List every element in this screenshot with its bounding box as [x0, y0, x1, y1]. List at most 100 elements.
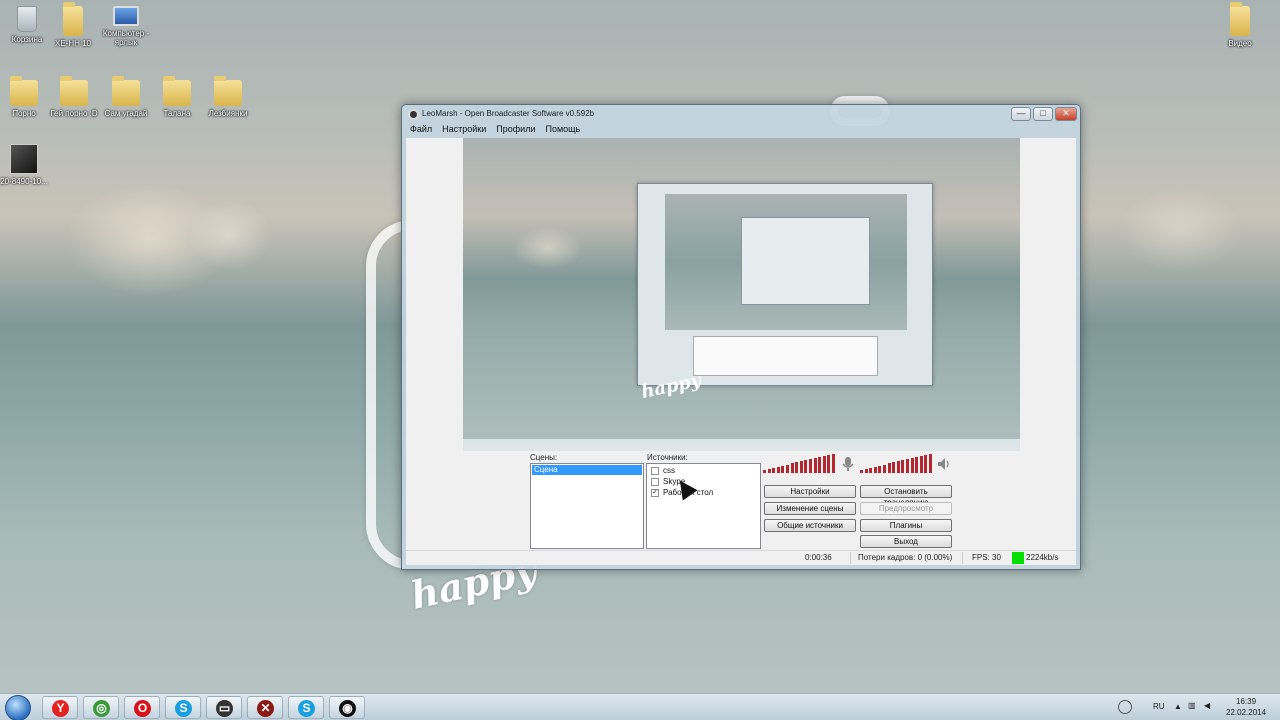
meter-bar	[878, 465, 882, 473]
obs-app-icon	[408, 109, 419, 120]
desktop-icon-folder[interactable]: ХЕ-НН 10	[46, 2, 100, 48]
scenes-list[interactable]: Сцена	[530, 463, 644, 549]
nested-preview-window	[637, 183, 933, 386]
desktop-icon-label: Гей порно :D	[50, 109, 98, 118]
desktop-icon-computer[interactable]: Компьютер - ярлык	[99, 6, 153, 47]
menu-bar: Файл Настройки Профили Помощь	[406, 124, 580, 138]
meter-bar	[883, 464, 886, 473]
meter-bar	[919, 455, 923, 473]
menu-settings[interactable]: Настройки	[442, 124, 486, 138]
desktop-icon-label: Сам угадай	[104, 109, 148, 118]
meter-bar	[818, 456, 822, 473]
clock-date[interactable]: 22.02.2014	[1226, 708, 1266, 717]
source-name: css	[663, 466, 675, 475]
meter-bar	[790, 463, 794, 473]
clock-time[interactable]: 16:39	[1236, 697, 1256, 706]
meter-bar	[827, 454, 831, 473]
taskbar-app-skype-2[interactable]: S	[288, 696, 324, 719]
desktop-icon-folder[interactable]: Талана	[150, 76, 204, 118]
desktop-icon-label: Лезбиянки	[208, 109, 248, 118]
taskbar-app-skype[interactable]: S	[165, 696, 201, 719]
meter-bar	[873, 466, 877, 473]
dropped-frames: Потери кадров: 0 (0.00%)	[858, 553, 953, 562]
folder-icon	[214, 76, 242, 106]
microphone-volume-meter	[763, 453, 839, 473]
start-button[interactable]	[5, 695, 31, 720]
folder-icon	[63, 2, 83, 36]
meter-bar	[822, 455, 826, 473]
desktop-icon-folder[interactable]: Лезбиянки	[201, 76, 255, 118]
exit-button[interactable]: Выход	[860, 535, 952, 548]
meter-bar	[906, 459, 909, 473]
bitrate-readout: 2224kb/s	[1026, 553, 1059, 562]
computer-icon	[113, 6, 139, 26]
source-item[interactable]: ✓ Рабочий стол	[647, 487, 760, 498]
taskbar-app-chrome[interactable]: ◎	[83, 696, 119, 719]
status-separator	[962, 552, 963, 564]
desktop-icon-folder[interactable]: Порно	[0, 76, 51, 118]
meter-bar	[799, 461, 803, 473]
meter-bar	[869, 467, 873, 473]
stream-preview: happy	[463, 138, 1020, 451]
meter-bar	[776, 466, 780, 473]
meter-bar	[924, 454, 928, 473]
desktop-icon-folder[interactable]: Видео	[1213, 2, 1267, 48]
desktop-icon-label: Талана	[163, 109, 191, 118]
window-titlebar[interactable]: LeoMarsh - Open Broadcaster Software v0.…	[402, 105, 1080, 125]
settings-button[interactable]: Настройки	[764, 485, 856, 498]
source-item[interactable]: Skype	[647, 476, 760, 487]
speaker-icon[interactable]	[936, 456, 950, 472]
taskbar-app-obs[interactable]: ◉	[329, 696, 365, 719]
desktop-icon-image[interactable]: 20-8490-10...	[0, 144, 51, 186]
window-title: LeoMarsh - Open Broadcaster Software v0.…	[422, 109, 595, 118]
maximize-button[interactable]: □	[1033, 107, 1053, 121]
tray-arrow-icon[interactable]: ▲	[1174, 702, 1182, 711]
chrome-icon: ◎	[93, 700, 110, 717]
language-indicator[interactable]: RU	[1153, 702, 1165, 711]
taskbar-app-terminal[interactable]: ▭	[206, 696, 242, 719]
menu-file[interactable]: Файл	[410, 124, 432, 138]
taskbar: Y ◎ O S ▭ ✕ S ◉ RU ▲ ▥ ◀ 16:39 22.02.2014	[0, 693, 1280, 720]
taskbar-app-dota[interactable]: ✕	[247, 696, 283, 719]
taskbar-app-yandex-browser[interactable]: Y	[42, 696, 78, 719]
nested-preview-controls	[693, 336, 878, 376]
source-item[interactable]: css	[647, 465, 760, 476]
folder-icon	[112, 76, 140, 106]
source-checkbox[interactable]	[651, 477, 659, 486]
image-file-icon	[10, 144, 38, 174]
stop-stream-button[interactable]: Остановить трансляцию	[860, 485, 952, 507]
obs-window[interactable]: LeoMarsh - Open Broadcaster Software v0.…	[401, 104, 1081, 570]
menu-help[interactable]: Помощь	[545, 124, 580, 138]
action-center-icon[interactable]	[1118, 700, 1132, 714]
global-sources-button[interactable]: Общие источники	[764, 519, 856, 532]
desktop-icon-folder[interactable]: Гей порно :D	[47, 76, 101, 118]
menu-profiles[interactable]: Профили	[496, 124, 535, 138]
desktop-icon-folder[interactable]: Сам угадай	[99, 76, 153, 118]
taskbar-app-opera[interactable]: O	[124, 696, 160, 719]
meter-bar	[809, 459, 812, 473]
meter-bar	[763, 470, 766, 473]
close-button[interactable]: ✕	[1055, 107, 1077, 121]
minimize-button[interactable]: —	[1011, 107, 1031, 121]
sources-list[interactable]: css Skype ✓ Рабочий стол	[646, 463, 761, 549]
fps-readout: FPS: 30	[972, 553, 1001, 562]
bitrate-status-indicator	[1012, 552, 1024, 564]
meter-bar	[901, 460, 905, 473]
folder-icon	[1230, 2, 1250, 36]
plugins-button[interactable]: Плагины	[860, 519, 952, 532]
desktop-icon-label: Компьютер - ярлык	[102, 29, 150, 47]
microphone-icon[interactable]	[841, 456, 855, 472]
edit-scene-button[interactable]: Изменение сцены	[764, 502, 856, 515]
opera-icon: O	[134, 700, 151, 717]
meter-bar	[781, 465, 785, 473]
volume-icon[interactable]: ◀	[1204, 701, 1210, 710]
source-checkbox[interactable]	[651, 466, 659, 475]
folder-icon	[163, 76, 191, 106]
preview-button[interactable]: Предпросмотр	[860, 502, 952, 515]
scene-item[interactable]: Сцена	[532, 465, 642, 475]
desktop-icon-label: 20-8490-10...	[0, 177, 48, 186]
desktop-volume-meter	[860, 453, 936, 473]
scenes-label: Сцены:	[530, 453, 558, 462]
network-icon[interactable]: ▥	[1188, 701, 1196, 710]
source-checkbox-checked[interactable]: ✓	[651, 488, 659, 497]
